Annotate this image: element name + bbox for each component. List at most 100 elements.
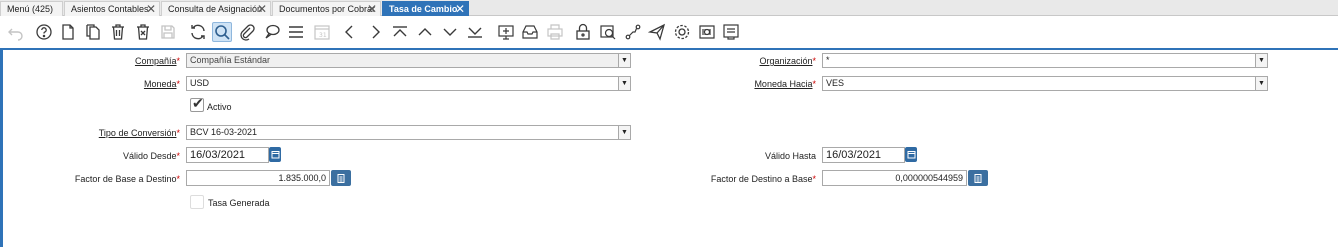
- tipo-conversion-value: BCV 16-03-2021: [190, 127, 258, 137]
- help-icon[interactable]: [34, 22, 54, 42]
- toolbar-divider: [0, 48, 1338, 50]
- lock-icon[interactable]: [573, 22, 593, 42]
- tasa-generada-checkbox[interactable]: [190, 195, 204, 209]
- svg-text:31: 31: [319, 32, 327, 39]
- moneda-label-text: Moneda: [143, 79, 177, 89]
- required-mark: *: [812, 79, 816, 89]
- organizacion-label-text: Organización: [759, 56, 813, 66]
- refresh-icon[interactable]: [188, 22, 208, 42]
- moneda-hacia-field[interactable]: VES ▼: [822, 76, 1268, 91]
- find-icon[interactable]: [212, 22, 232, 42]
- process-icon[interactable]: [672, 22, 692, 42]
- compania-label-text: Compañía: [134, 56, 177, 66]
- detail-record-icon[interactable]: [440, 22, 460, 42]
- window-tab-bar: Menú (425) Asientos Contables ✕ Consulta…: [0, 0, 1338, 16]
- window-left-border: [0, 50, 3, 247]
- chevron-down-icon[interactable]: ▼: [618, 77, 630, 90]
- tipo-conversion-label: Tipo de Conversión*: [60, 128, 180, 138]
- tasa-generada-label: Tasa Generada: [208, 198, 270, 208]
- factor-destino-base-label: Factor de Destino a Base*: [676, 174, 816, 184]
- valido-desde-label-text: Válido Desde: [122, 151, 177, 161]
- undo-icon[interactable]: [6, 22, 26, 42]
- tab-label: Asientos Contables: [71, 4, 149, 14]
- parent-record-icon[interactable]: [415, 22, 435, 42]
- product-info-icon[interactable]: [697, 22, 717, 42]
- archived-documents-icon[interactable]: [520, 22, 540, 42]
- close-icon[interactable]: ✕: [146, 3, 156, 15]
- report-icon[interactable]: [496, 22, 516, 42]
- organizacion-field[interactable]: * ▼: [822, 53, 1268, 68]
- factor-base-destino-label-text: Factor de Base a Destino: [74, 174, 177, 184]
- factor-destino-base-value: 0,000000544959: [895, 173, 963, 183]
- last-record-icon[interactable]: [465, 22, 485, 42]
- valido-hasta-field[interactable]: 16/03/2021: [822, 147, 905, 163]
- required-mark: *: [176, 56, 180, 66]
- copy-record-icon[interactable]: [83, 22, 103, 42]
- valido-desde-label: Válido Desde*: [60, 151, 180, 161]
- moneda-field[interactable]: USD ▼: [186, 76, 631, 91]
- calculator-icon[interactable]: [968, 170, 988, 186]
- chevron-down-icon[interactable]: ▼: [1255, 77, 1267, 90]
- print-icon[interactable]: [545, 22, 565, 42]
- activo-label: Activo: [207, 102, 232, 112]
- previous-icon[interactable]: [340, 22, 360, 42]
- tab-menu[interactable]: Menú (425): [0, 1, 63, 16]
- moneda-hacia-label: Moneda Hacia*: [696, 79, 816, 89]
- close-icon[interactable]: ✕: [257, 3, 267, 15]
- factor-destino-base-field[interactable]: 0,000000544959: [822, 170, 967, 186]
- compania-field[interactable]: Compañía Estándar ▼: [186, 53, 631, 68]
- history-icon[interactable]: 31: [312, 22, 332, 42]
- organizacion-value: *: [826, 55, 830, 65]
- chevron-down-icon[interactable]: ▼: [618, 54, 630, 67]
- first-record-icon[interactable]: [390, 22, 410, 42]
- calculator-icon[interactable]: [331, 170, 351, 186]
- delete-icon[interactable]: [108, 22, 128, 42]
- tab-label: Consulta de Asignación: [168, 4, 263, 14]
- valido-hasta-label: Válido Hasta: [696, 151, 816, 161]
- close-icon[interactable]: ✕: [455, 3, 465, 15]
- moneda-value: USD: [190, 78, 210, 88]
- tab-label: Documentos por Cobrar: [279, 4, 376, 14]
- tab-label: Menú (425): [7, 4, 54, 14]
- chat-icon[interactable]: [262, 22, 282, 42]
- valido-hasta-label-text: Válido Hasta: [764, 151, 816, 161]
- tab-asientos-contables[interactable]: Asientos Contables ✕: [64, 1, 160, 16]
- grid-toggle-icon[interactable]: [286, 22, 306, 42]
- send-icon[interactable]: [647, 22, 667, 42]
- factor-base-destino-value: 1.835.000,0: [278, 173, 326, 183]
- calendar-icon[interactable]: [269, 147, 281, 162]
- moneda-hacia-value: VES: [826, 78, 845, 88]
- chevron-down-icon[interactable]: ▼: [1255, 54, 1267, 67]
- required-mark: *: [176, 174, 180, 184]
- valido-desde-value: 16/03/2021: [190, 149, 246, 161]
- activo-checkbox[interactable]: ✔: [190, 95, 204, 112]
- zoom-across-icon[interactable]: [598, 22, 618, 42]
- factor-base-destino-label: Factor de Base a Destino*: [40, 174, 180, 184]
- valido-hasta-value: 16/03/2021: [826, 149, 882, 161]
- tab-documentos-por-cobrar[interactable]: Documentos por Cobrar ✕: [272, 1, 381, 16]
- tipo-conversion-field[interactable]: BCV 16-03-2021 ▼: [186, 125, 631, 140]
- save-icon[interactable]: [158, 22, 178, 42]
- next-icon[interactable]: [365, 22, 385, 42]
- moneda-hacia-label-text: Moneda Hacia: [754, 79, 813, 89]
- valido-desde-field[interactable]: 16/03/2021: [186, 147, 269, 163]
- tipo-conversion-label-text: Tipo de Conversión: [98, 128, 177, 138]
- new-record-icon[interactable]: [58, 22, 78, 42]
- required-mark: *: [812, 174, 816, 184]
- delete-selection-icon[interactable]: [133, 22, 153, 42]
- close-icon[interactable]: ✕: [367, 3, 377, 15]
- calendar-icon[interactable]: [905, 147, 917, 162]
- workflow-icon[interactable]: [623, 22, 643, 42]
- tab-consulta-asignacion[interactable]: Consulta de Asignación ✕: [161, 1, 271, 16]
- toolbar: 31: [0, 17, 1338, 48]
- organizacion-label: Organización*: [696, 56, 816, 66]
- tab-tasa-de-cambio[interactable]: Tasa de Cambio ✕: [382, 1, 469, 16]
- required-mark: *: [176, 151, 180, 161]
- required-mark: *: [176, 79, 180, 89]
- required-mark: *: [812, 56, 816, 66]
- attachment-icon[interactable]: [237, 22, 257, 42]
- factor-base-destino-field[interactable]: 1.835.000,0: [186, 170, 330, 186]
- factor-destino-base-label-text: Factor de Destino a Base: [710, 174, 813, 184]
- customize-icon[interactable]: [721, 22, 741, 42]
- chevron-down-icon[interactable]: ▼: [618, 126, 630, 139]
